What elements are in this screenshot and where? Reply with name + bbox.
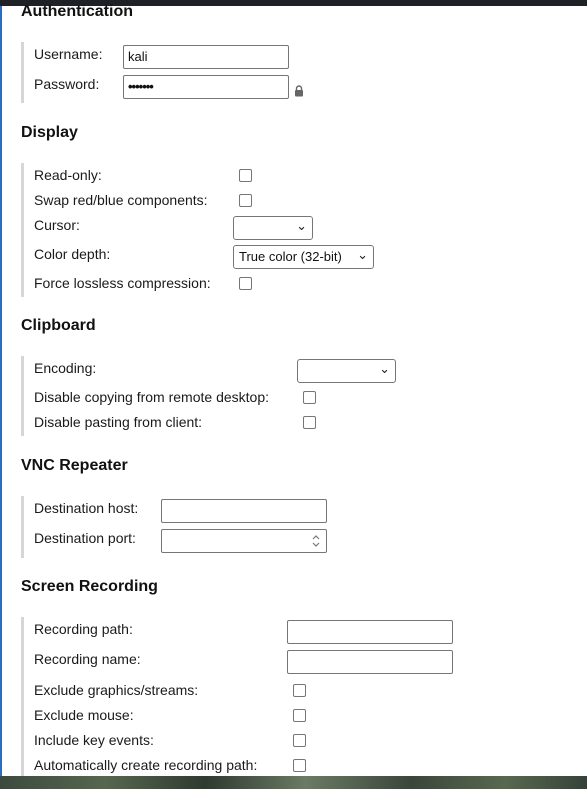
exclude-graphics-checkbox[interactable] (293, 684, 306, 697)
read-only-label: Read-only: (34, 167, 102, 183)
include-key-events-checkbox[interactable] (293, 734, 306, 747)
disable-copy-label: Disable copying from remote desktop: (34, 389, 269, 405)
connection-parameters-panel: Authentication Username: kali Password: … (0, 3, 587, 776)
lock-icon[interactable] (293, 85, 305, 97)
section-title-display: Display (21, 124, 78, 141)
encoding-select[interactable]: ⌄ (297, 359, 396, 383)
section-title-authentication: Authentication (21, 3, 133, 20)
color-depth-select[interactable]: True color (32-bit) ⌄ (233, 245, 374, 269)
password-field[interactable]: ••••••• (123, 75, 289, 99)
group-bar-clipboard (21, 356, 24, 436)
exclude-graphics-label: Exclude graphics/streams: (34, 682, 199, 698)
destination-host-field[interactable] (161, 499, 327, 523)
cursor-select[interactable]: ⌄ (233, 216, 313, 240)
cursor-label: Cursor: (34, 217, 80, 233)
recording-path-field[interactable] (287, 620, 453, 644)
group-bar-display (21, 163, 24, 297)
group-bar-authentication (21, 42, 24, 103)
include-key-events-label: Include key events: (34, 732, 154, 748)
section-title-screen-recording: Screen Recording (21, 578, 158, 595)
auto-create-path-checkbox[interactable] (293, 759, 306, 772)
recording-path-label: Recording path: (34, 621, 133, 637)
disable-paste-checkbox[interactable] (303, 416, 316, 429)
destination-port-label: Destination port: (34, 530, 136, 546)
swap-red-blue-label: Swap red/blue components: (34, 192, 208, 208)
chevron-down-icon: ⌄ (379, 361, 390, 376)
spinner-arrows-icon[interactable] (310, 532, 322, 550)
auto-create-path-label: Automatically create recording path: (34, 757, 258, 773)
force-lossless-checkbox[interactable] (239, 277, 252, 290)
disable-copy-checkbox[interactable] (303, 391, 316, 404)
group-bar-screen-recording (21, 617, 24, 776)
recording-name-field[interactable] (287, 650, 453, 674)
destination-port-field[interactable] (161, 529, 327, 553)
encoding-label: Encoding: (34, 360, 97, 376)
username-label: Username: (34, 46, 103, 62)
username-value: kali (128, 49, 148, 64)
section-title-vnc-repeater: VNC Repeater (21, 457, 128, 474)
password-label: Password: (34, 76, 100, 92)
username-field[interactable]: kali (123, 45, 289, 69)
disable-paste-label: Disable pasting from client: (34, 414, 203, 430)
color-depth-value: True color (32-bit) (239, 249, 342, 264)
swap-red-blue-checkbox[interactable] (239, 194, 252, 207)
password-value: ••••••• (128, 79, 154, 94)
exclude-mouse-label: Exclude mouse: (34, 707, 134, 723)
color-depth-label: Color depth: (34, 246, 111, 262)
destination-host-label: Destination host: (34, 500, 139, 516)
chevron-down-icon: ⌄ (296, 218, 307, 233)
recording-name-label: Recording name: (34, 651, 141, 667)
section-title-clipboard: Clipboard (21, 317, 96, 334)
group-bar-vnc-repeater (21, 496, 24, 558)
read-only-checkbox[interactable] (239, 169, 252, 182)
desktop-background (0, 776, 587, 789)
exclude-mouse-checkbox[interactable] (293, 709, 306, 722)
chevron-down-icon: ⌄ (357, 247, 368, 262)
force-lossless-label: Force lossless compression: (34, 275, 211, 291)
